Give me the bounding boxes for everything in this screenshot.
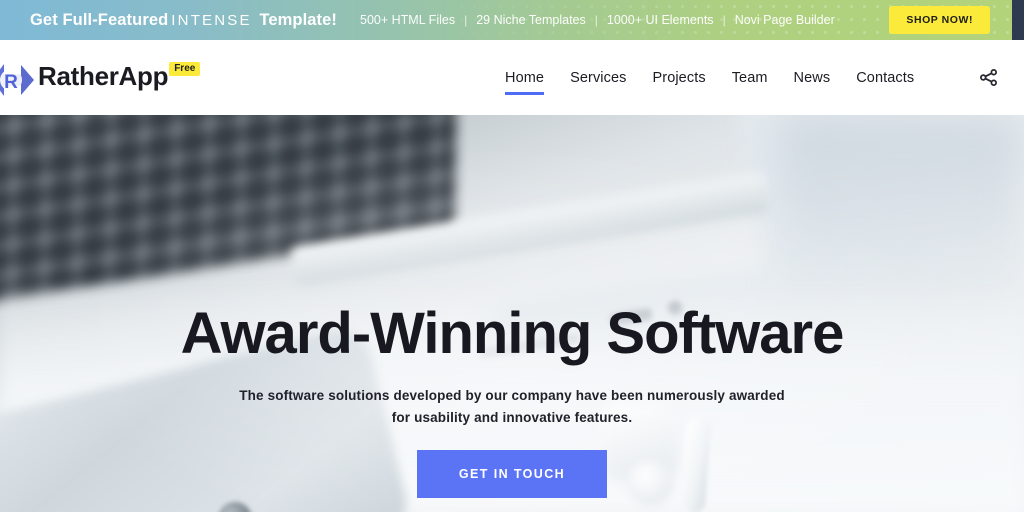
promo-headline-prefix: Get Full-Featured [30, 10, 169, 29]
promo-banner-inner: Get Full-Featured INTENSE Template! 500+ … [0, 6, 1024, 34]
shop-now-button[interactable]: SHOP NOW! [889, 6, 990, 34]
share-icon[interactable] [975, 65, 1001, 91]
nav-item-contacts[interactable]: Contacts [856, 70, 914, 86]
hero-title: Award-Winning Software [180, 301, 845, 366]
nav-item-news[interactable]: News [794, 70, 857, 86]
ratherapp-logo-icon: R [0, 58, 36, 102]
promo-feature-page-builder: Novi Page Builder [734, 13, 835, 27]
nav-item-services[interactable]: Services [570, 70, 652, 86]
promo-feature-ui-elements: 1000+ UI Elements [606, 13, 714, 27]
hero-subtitle: The software solutions developed by our … [239, 385, 785, 428]
nav-item-team[interactable]: Team [732, 70, 794, 86]
main-navigation: Home Services Projects Team News Contact… [505, 40, 914, 115]
get-in-touch-button[interactable]: GET IN TOUCH [416, 450, 608, 499]
brand-name: RatherApp [38, 60, 169, 91]
svg-text:R: R [4, 72, 18, 93]
nav-item-projects[interactable]: Projects [653, 70, 732, 86]
promo-headline: Get Full-Featured INTENSE Template! [30, 11, 337, 30]
banner-close-strip[interactable] [1012, 0, 1024, 40]
brand-text-wrap: RatherApp Free [36, 54, 201, 98]
hero-content: Award-Winning Software The software solu… [0, 115, 1024, 512]
promo-headline-brand: INTENSE [171, 11, 252, 29]
brand-logo-link[interactable]: R RatherApp Free [0, 54, 201, 102]
hero-subtitle-line-2: for usability and innovative features. [391, 409, 633, 425]
free-badge: Free [169, 61, 201, 76]
promo-banner: Get Full-Featured INTENSE Template! 500+ … [0, 0, 1024, 40]
hero-subtitle-line-1: The software solutions developed by our … [239, 388, 785, 403]
site-header: R RatherApp Free Home Services Projects … [0, 40, 1024, 115]
promo-feature-html-files: 500+ HTML Files [360, 13, 456, 27]
promo-feature-niche-templates: 29 Niche Templates [476, 13, 586, 27]
promo-headline-suffix: Template! [259, 10, 338, 29]
hero-section: Award-Winning Software The software solu… [0, 115, 1024, 512]
nav-item-home[interactable]: Home [505, 70, 570, 95]
